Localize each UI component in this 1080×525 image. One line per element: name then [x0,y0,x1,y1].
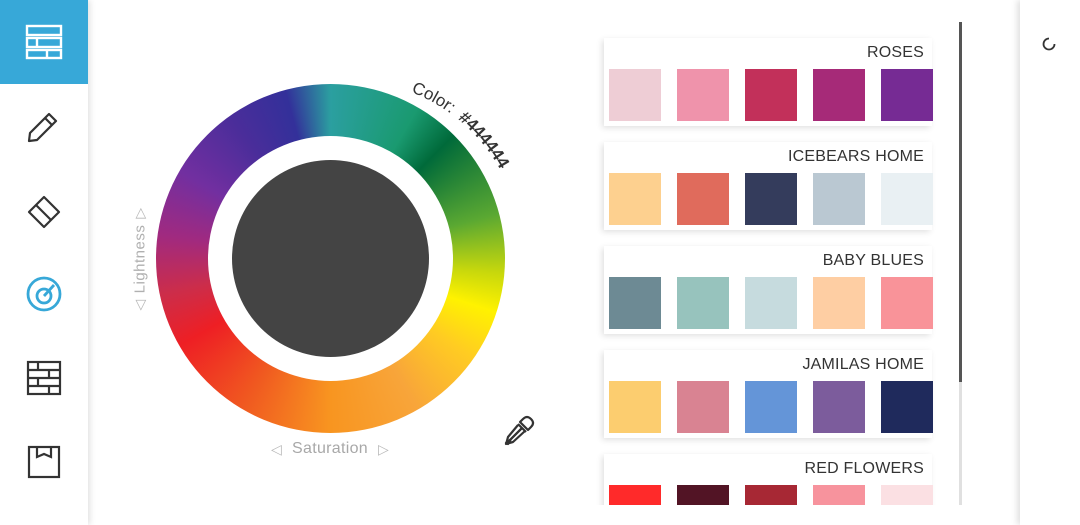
loading-spinner-icon [1042,37,1056,51]
color-swatch[interactable] [813,485,865,505]
lightness-label: Lightness [131,224,149,294]
color-swatch[interactable] [677,173,729,225]
color-swatch[interactable] [609,381,661,433]
right-panel [1020,0,1080,525]
lightness-increase-arrow[interactable]: ▷ [132,207,149,218]
eraser-tool-button[interactable] [0,168,88,252]
color-swatch[interactable] [813,381,865,433]
palette-name: ICEBEARS HOME [788,148,924,165]
color-swatch[interactable] [677,485,729,505]
palette-name: RED FLOWERS [804,460,924,477]
palette-swatches [609,381,933,433]
texture-icon [26,360,62,396]
palette-list: ROSES ICEBEARS HOME BABY BLUES JAMILAS HOME… [596,22,940,505]
color-swatch[interactable] [609,277,661,329]
palette-scrollbar[interactable] [959,22,962,505]
tool-sidebar [0,0,88,525]
layout-icon [25,24,63,60]
frame-tool-button[interactable] [0,420,88,504]
color-swatch[interactable] [813,173,865,225]
color-swatch[interactable] [813,277,865,329]
pencil-tool-button[interactable] [0,84,88,168]
color-swatch[interactable] [745,69,797,121]
palette-card[interactable]: BABY BLUES [604,246,933,334]
color-swatch[interactable] [881,381,933,433]
color-swatch[interactable] [609,69,661,121]
palette-name: BABY BLUES [822,252,924,269]
palette-swatches [609,277,933,329]
color-swatch[interactable] [881,485,933,505]
saturation-increase-arrow[interactable]: ▷ [378,441,389,458]
color-swatch[interactable] [881,69,933,121]
color-swatch[interactable] [609,485,661,505]
color-swatch[interactable] [677,69,729,121]
eyedropper-icon[interactable] [503,413,537,447]
lightness-control: ◁ Lightness ▷ [132,207,149,310]
selected-color-preview[interactable] [232,160,429,357]
palette-card[interactable]: JAMILAS HOME [604,350,933,438]
palette-swatches [609,69,933,121]
palette-swatches [609,485,933,505]
color-swatch[interactable] [881,277,933,329]
color-swatch[interactable] [677,381,729,433]
eraser-icon [27,195,61,229]
layout-tool-button[interactable] [0,0,88,84]
color-swatch[interactable] [813,69,865,121]
color-swatch[interactable] [609,173,661,225]
color-swatch[interactable] [677,277,729,329]
scroll-thumb[interactable] [959,22,962,382]
saturation-decrease-arrow[interactable]: ◁ [271,441,282,458]
saturation-control: ◁ Saturation ▷ [271,440,389,458]
saturation-label: Saturation [292,440,368,457]
color-swatch[interactable] [881,173,933,225]
palette-card[interactable]: RED FLOWERS [604,454,933,505]
palette-card[interactable]: ICEBEARS HOME [604,142,933,230]
lightness-decrease-arrow[interactable]: ◁ [132,299,149,310]
color-tool-button[interactable] [0,252,88,336]
color-swatch[interactable] [745,173,797,225]
pencil-icon [27,112,58,143]
palette-card[interactable]: ROSES [604,38,933,126]
color-swatch[interactable] [745,277,797,329]
texture-tool-button[interactable] [0,336,88,420]
palette-name: JAMILAS HOME [802,356,924,373]
palette-name: ROSES [866,44,924,61]
palette-swatches [609,173,933,225]
frame-icon [27,445,61,479]
color-swatch[interactable] [745,381,797,433]
color-picker-icon [26,276,62,312]
color-swatch[interactable] [745,485,797,505]
